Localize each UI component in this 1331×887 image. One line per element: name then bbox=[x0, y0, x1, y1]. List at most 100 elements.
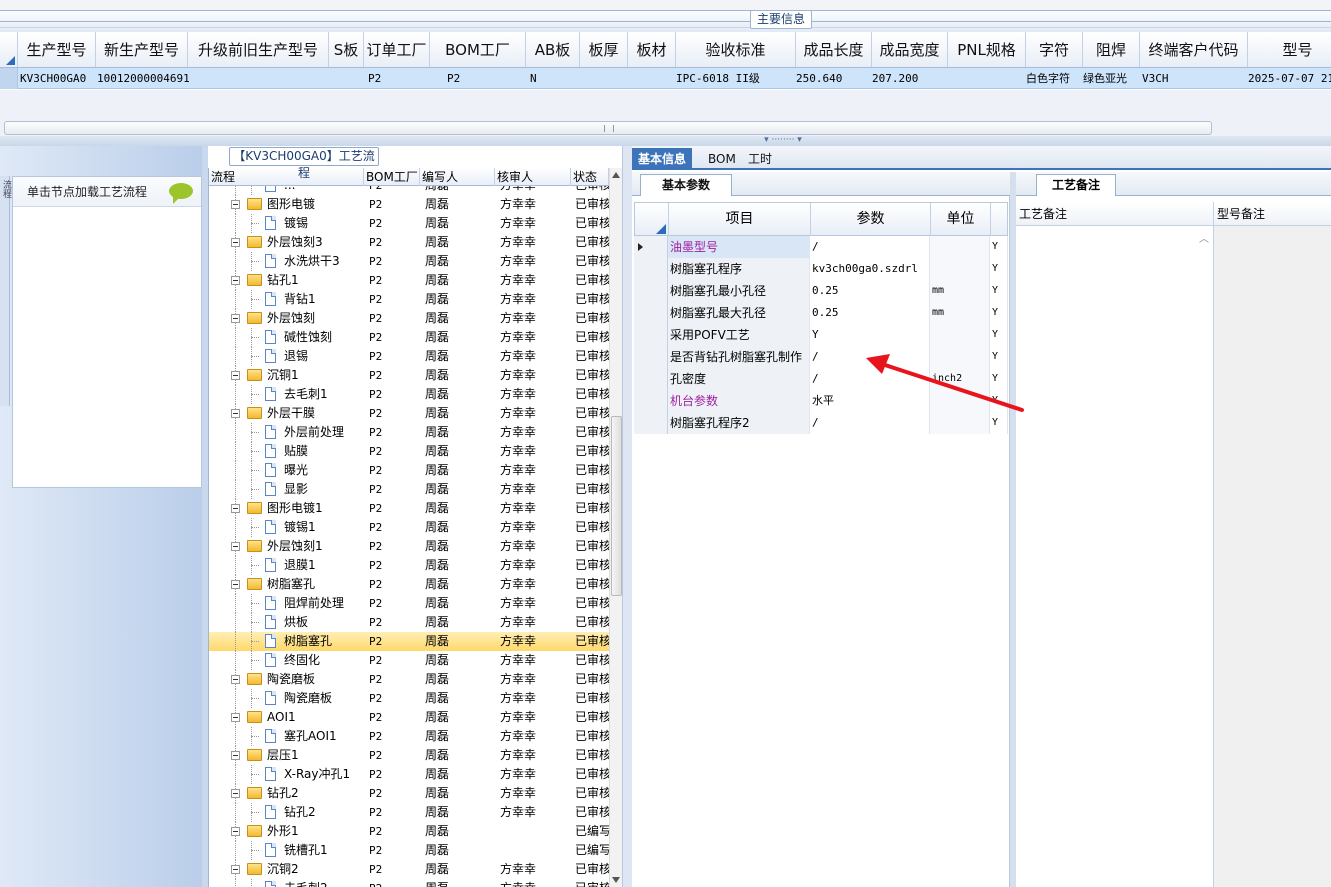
row-indicator-icon[interactable] bbox=[634, 390, 668, 412]
process-node[interactable]: 图形电镀1 bbox=[209, 499, 363, 518]
param-row[interactable]: 油墨型号 / Y bbox=[634, 236, 1008, 258]
process-node[interactable]: 铣槽孔1 bbox=[209, 841, 363, 860]
process-row[interactable]: 外层干膜 P2 周磊 方幸幸 已审核 bbox=[209, 404, 609, 423]
process-node[interactable]: 水洗烘干3 bbox=[209, 252, 363, 271]
process-node[interactable]: 显影 bbox=[209, 480, 363, 499]
process-row[interactable]: X-Ray冲孔1 P2 周磊 方幸幸 已审核 bbox=[209, 765, 609, 784]
col-reviewer[interactable]: 核审人 bbox=[495, 168, 571, 186]
process-node[interactable]: 背钻1 bbox=[209, 290, 363, 309]
main-col-header[interactable]: 型号 bbox=[1248, 32, 1331, 67]
vertical-tab-flow[interactable]: 流程 bbox=[0, 176, 11, 406]
collapse-icon[interactable] bbox=[231, 580, 240, 589]
main-cell-prod-model[interactable]: KV3CH00GA0 bbox=[20, 68, 86, 89]
main-col-header[interactable]: PNL规格 bbox=[948, 32, 1026, 67]
param-row[interactable]: 树脂塞孔程序2/ Y bbox=[634, 412, 1008, 434]
param-value-cell[interactable]: 水平 bbox=[810, 390, 930, 412]
process-row[interactable]: 钻孔2 P2 周磊 方幸幸 已审核 bbox=[209, 803, 609, 822]
process-row[interactable]: 陶瓷磨板 P2 周磊 方幸幸 已审核 bbox=[209, 689, 609, 708]
main-col-header[interactable]: 订单工厂 bbox=[364, 32, 430, 67]
main-col-header[interactable]: 生产型号 bbox=[18, 32, 96, 67]
process-row[interactable]: 烘板 P2 周磊 方幸幸 已审核 bbox=[209, 613, 609, 632]
process-row[interactable]: 沉铜1 P2 周磊 方幸幸 已审核 bbox=[209, 366, 609, 385]
process-node[interactable]: 沉铜2 bbox=[209, 860, 363, 879]
model-remark-textarea[interactable] bbox=[1214, 226, 1331, 887]
process-node[interactable]: 贴膜 bbox=[209, 442, 363, 461]
collapse-icon[interactable] bbox=[231, 675, 240, 684]
scroll-grip-icon[interactable] bbox=[604, 125, 614, 132]
main-cell-ab-board[interactable]: N bbox=[530, 68, 537, 89]
param-row[interactable]: 孔密度 / inch2 Y bbox=[634, 368, 1008, 390]
collapse-icon[interactable] bbox=[231, 371, 240, 380]
collapse-icon[interactable] bbox=[231, 827, 240, 836]
process-node[interactable]: 去毛刺2 bbox=[209, 879, 363, 887]
vertical-splitter[interactable] bbox=[622, 146, 632, 887]
process-node[interactable]: 图形电镀 bbox=[209, 195, 363, 214]
process-row[interactable]: 外层蚀刻1 P2 周磊 方幸幸 已审核 bbox=[209, 537, 609, 556]
param-row[interactable]: 树脂塞孔程序 kv3ch00ga0.szdrl Y bbox=[634, 258, 1008, 280]
row-indicator-icon[interactable] bbox=[634, 280, 668, 302]
horizontal-scrollbar[interactable] bbox=[4, 121, 1212, 135]
process-row[interactable]: 镀锡 P2 周磊 方幸幸 已审核 bbox=[209, 214, 609, 233]
process-row[interactable]: 外层蚀刻 P2 周磊 方幸幸 已审核 bbox=[209, 309, 609, 328]
main-cell-solder[interactable]: 绿色亚光 bbox=[1083, 68, 1127, 89]
main-col-header[interactable]: 板厚 bbox=[580, 32, 628, 67]
row-indicator-icon[interactable] bbox=[634, 324, 668, 346]
process-row[interactable]: 树脂塞孔 P2 周磊 方幸幸 已审核 bbox=[209, 575, 609, 594]
scroll-down-icon[interactable] bbox=[612, 877, 620, 883]
process-row[interactable]: 水洗烘干3 P2 周磊 方幸幸 已审核 bbox=[209, 252, 609, 271]
process-row[interactable]: 树脂塞孔 P2 周磊 方幸幸 已审核 bbox=[209, 632, 609, 651]
process-node[interactable]: 外形1 bbox=[209, 822, 363, 841]
process-remark-textarea[interactable]: ︿ bbox=[1016, 226, 1214, 887]
main-cell-date[interactable]: 2025-07-07 21: bbox=[1248, 68, 1331, 89]
row-indicator-icon[interactable] bbox=[634, 368, 668, 390]
process-node[interactable]: 外层蚀刻3 bbox=[209, 233, 363, 252]
collapse-icon[interactable] bbox=[231, 542, 240, 551]
process-node[interactable]: 陶瓷磨板 bbox=[209, 689, 363, 708]
main-cell-bom-factory[interactable]: P2 bbox=[447, 68, 460, 89]
process-node[interactable]: 外层蚀刻 bbox=[209, 309, 363, 328]
param-value-cell[interactable]: / bbox=[810, 346, 930, 368]
param-row[interactable]: 采用POFV工艺 Y Y bbox=[634, 324, 1008, 346]
row-selector[interactable] bbox=[0, 68, 18, 89]
process-row[interactable]: 钻孔2 P2 周磊 方幸幸 已审核 bbox=[209, 784, 609, 803]
process-row[interactable]: 贴膜 P2 周磊 方幸幸 已审核 bbox=[209, 442, 609, 461]
process-row[interactable]: 去毛刺2 P2 周磊方幸幸已审核 bbox=[209, 879, 609, 887]
scroll-up-icon[interactable] bbox=[612, 172, 620, 178]
collapse-icon[interactable] bbox=[231, 238, 240, 247]
row-indicator-icon[interactable] bbox=[634, 258, 668, 280]
process-row[interactable]: 塞孔AOI1 P2 周磊 方幸幸 已审核 bbox=[209, 727, 609, 746]
main-col-header[interactable]: S板 bbox=[329, 32, 364, 67]
process-row[interactable]: 显影 P2 周磊 方幸幸 已审核 bbox=[209, 480, 609, 499]
col-status[interactable]: 状态 bbox=[571, 168, 609, 186]
main-cell-length[interactable]: 250.640 bbox=[796, 68, 842, 89]
collapse-icon[interactable] bbox=[231, 276, 240, 285]
process-row[interactable]: 外形1 P2 周磊 已编写 bbox=[209, 822, 609, 841]
process-node[interactable]: 终固化 bbox=[209, 651, 363, 670]
main-col-header[interactable]: 成品长度 bbox=[796, 32, 872, 67]
main-col-header[interactable]: 板材 bbox=[628, 32, 676, 67]
process-node[interactable]: 退锡 bbox=[209, 347, 363, 366]
main-col-header[interactable]: 升级前旧生产型号 bbox=[188, 32, 329, 67]
main-col-header[interactable]: 终端客户代码 bbox=[1140, 32, 1248, 67]
process-row[interactable]: 去毛刺1 P2 周磊 方幸幸 已审核 bbox=[209, 385, 609, 404]
process-node[interactable]: 退膜1 bbox=[209, 556, 363, 575]
main-cell-customer[interactable]: V3CH bbox=[1142, 68, 1169, 89]
grid-corner-icon[interactable] bbox=[635, 203, 669, 236]
process-node[interactable]: 沉铜1 bbox=[209, 366, 363, 385]
param-row[interactable]: 树脂塞孔最小孔径 0.25 mm Y bbox=[634, 280, 1008, 302]
process-node[interactable]: 钻孔2 bbox=[209, 784, 363, 803]
collapse-icon[interactable] bbox=[231, 504, 240, 513]
main-col-header[interactable]: AB板 bbox=[526, 32, 580, 67]
process-row[interactable]: ... P2 周磊方幸幸已审核 bbox=[209, 186, 609, 195]
process-node[interactable]: 陶瓷磨板 bbox=[209, 670, 363, 689]
param-value-cell[interactable]: kv3ch00ga0.szdrl bbox=[810, 258, 930, 280]
col-unit[interactable]: 单位 bbox=[931, 203, 991, 236]
load-flow-hint[interactable]: 单击节点加载工艺流程 bbox=[13, 177, 201, 207]
process-node[interactable]: 外层干膜 bbox=[209, 404, 363, 423]
process-node[interactable]: 外层前处理 bbox=[209, 423, 363, 442]
process-row[interactable]: 外层蚀刻3 P2 周磊 方幸幸 已审核 bbox=[209, 233, 609, 252]
process-row[interactable]: 陶瓷磨板 P2 周磊 方幸幸 已审核 bbox=[209, 670, 609, 689]
collapse-icon[interactable] bbox=[231, 200, 240, 209]
process-row[interactable]: 层压1 P2 周磊 方幸幸 已审核 bbox=[209, 746, 609, 765]
process-node[interactable]: 层压1 bbox=[209, 746, 363, 765]
